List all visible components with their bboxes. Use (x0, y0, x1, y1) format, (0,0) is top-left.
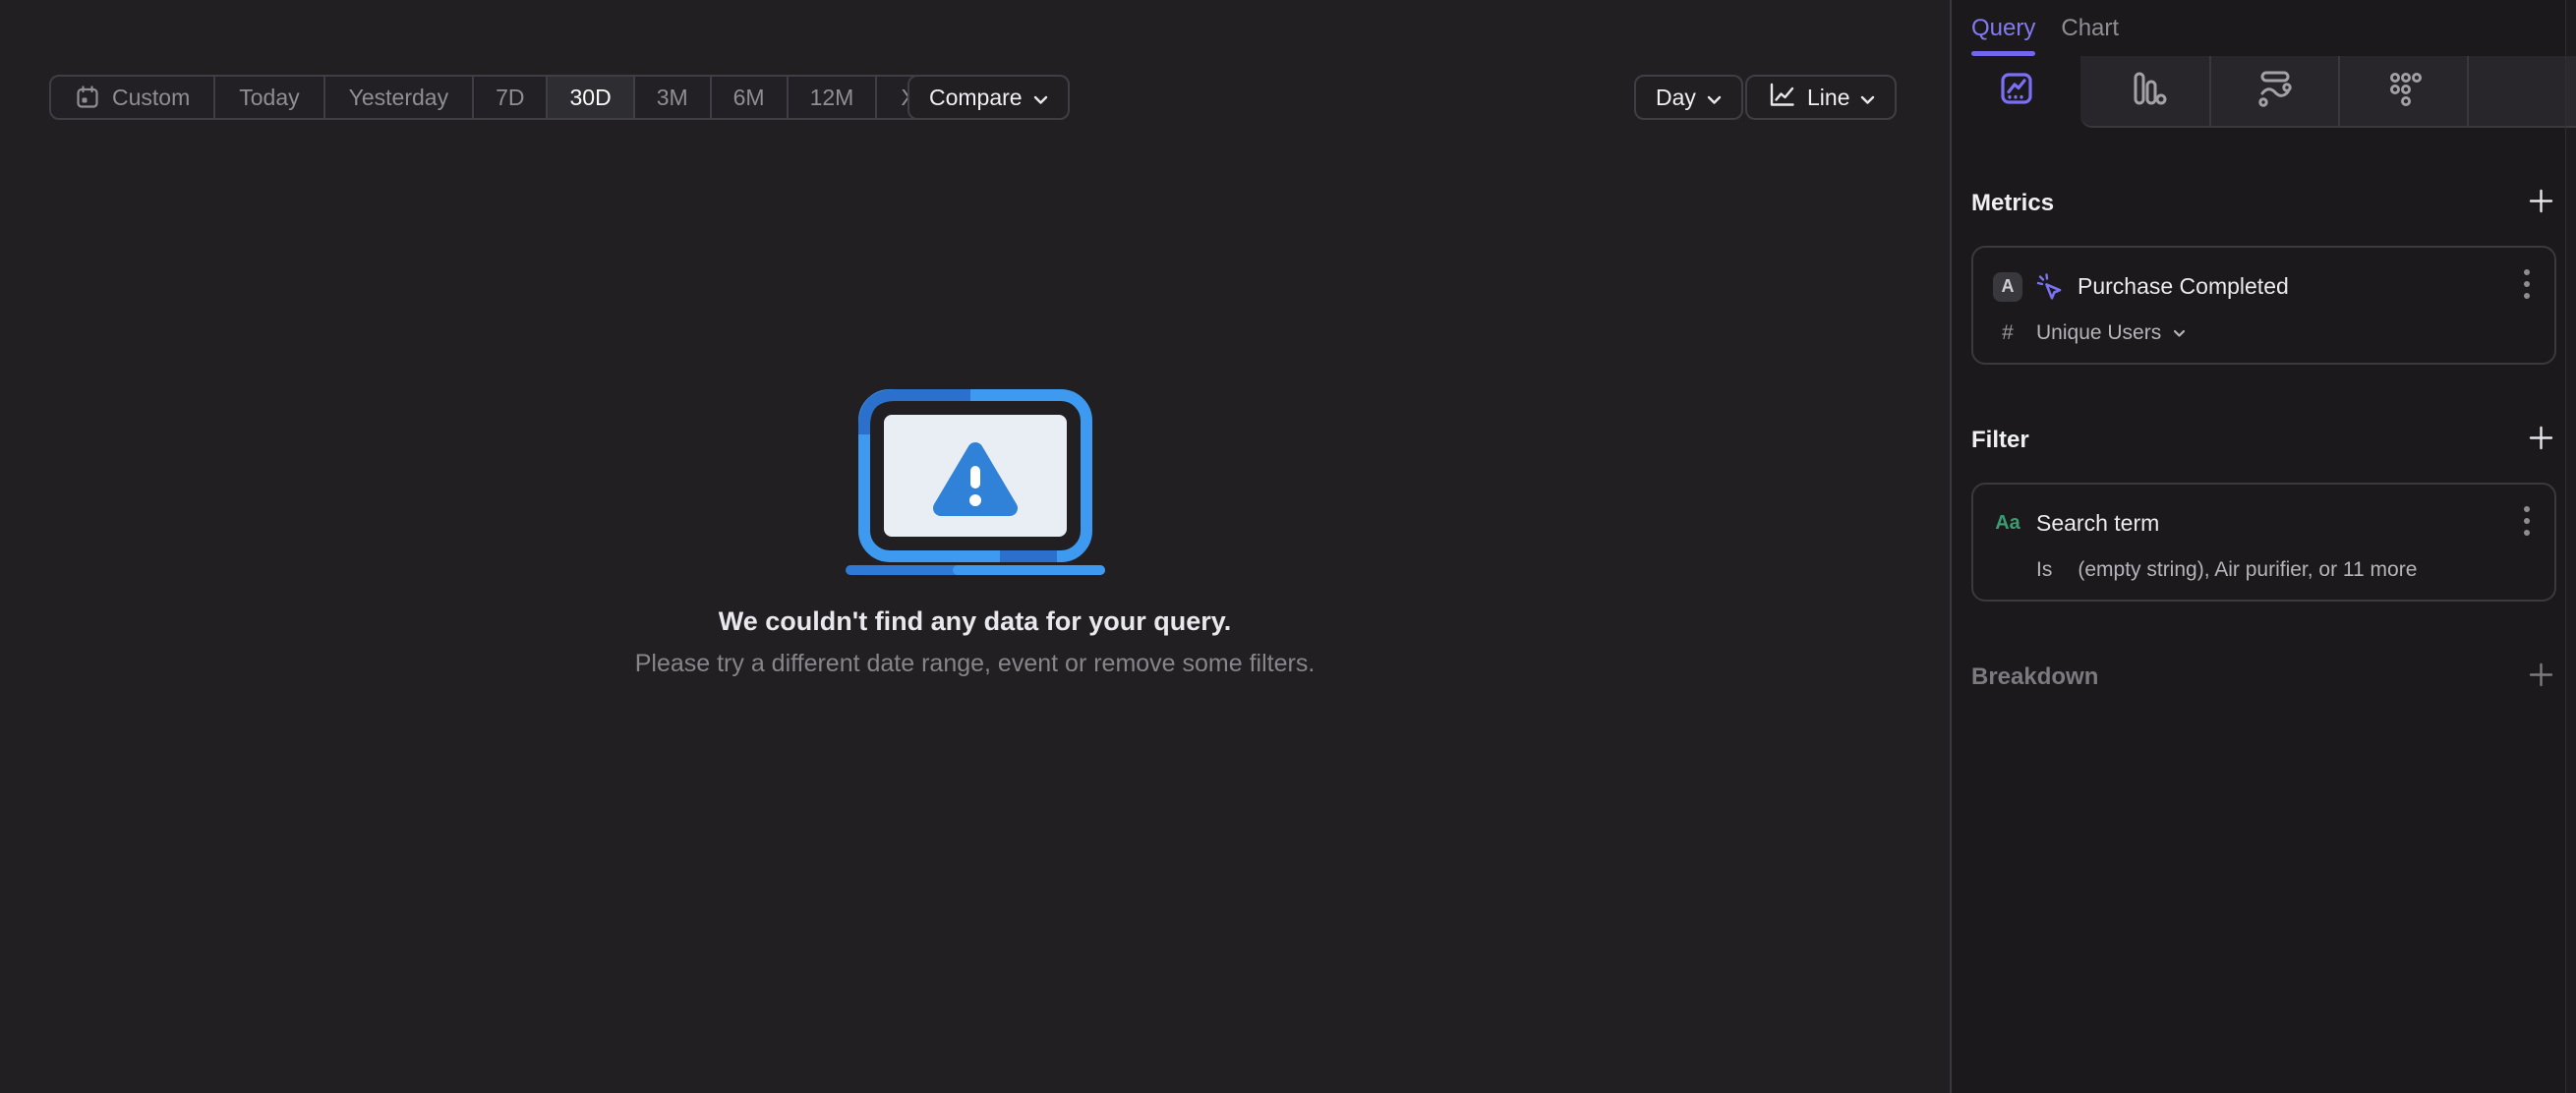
metrics-heading: Metrics (1971, 190, 2055, 216)
kebab-menu-icon (2523, 267, 2531, 306)
chevron-down-icon (2173, 329, 2186, 338)
dots-grid-icon (2382, 67, 2426, 115)
tab-insights-report[interactable] (1952, 56, 2080, 128)
date-preset-30d-selected[interactable]: 30D (548, 77, 635, 118)
plus-icon (2528, 188, 2554, 219)
granularity-dropdown-button[interactable]: Day (1634, 75, 1743, 120)
metric-event-row[interactable]: A Purchase Completed (1993, 265, 2535, 308)
date-preset-7d[interactable]: 7D (474, 77, 549, 118)
tab-retention-report[interactable] (2209, 56, 2338, 128)
tab-funnels-report[interactable] (2080, 56, 2209, 128)
active-tab-underline (1971, 51, 2036, 56)
metric-event-name: Purchase Completed (2078, 273, 2289, 299)
no-data-laptop-warning-illustration (845, 389, 1105, 575)
sidebar-scrollbar-gutter[interactable] (2565, 0, 2576, 1093)
chevron-down-icon (1033, 85, 1048, 111)
insights-line-chart-icon (1995, 67, 2038, 115)
filter-options-button[interactable] (2519, 502, 2535, 545)
aggregation-label: Unique Users (2036, 321, 2162, 344)
compare-label: Compare (929, 84, 1023, 110)
filter-card: Aa Search term Is (empty string), Air pu… (1971, 483, 2556, 602)
line-chart-icon (1767, 80, 1796, 115)
plus-icon (2528, 662, 2554, 693)
filter-heading: Filter (1971, 427, 2029, 453)
aggregation-selector[interactable]: # Unique Users (1993, 321, 2535, 345)
date-preset-custom-label: Custom (112, 84, 191, 110)
query-builder-content: Metrics A Purchase Completed # Unique Us… (1952, 128, 2576, 1093)
tab-chart[interactable]: Chart (2061, 0, 2119, 56)
analytics-app: Custom Today Yesterday 7D 30D 3M 6M 12M (0, 0, 2576, 1093)
date-preset-6m[interactable]: 6M (712, 77, 789, 118)
add-breakdown-button[interactable] (2525, 662, 2556, 693)
metrics-section-header: Metrics (1971, 189, 2556, 218)
date-preset-custom[interactable]: Custom (51, 77, 216, 118)
filter-section-header: Filter (1971, 426, 2556, 455)
chevron-down-icon (1707, 85, 1722, 111)
granularity-label: Day (1656, 84, 1696, 110)
compare-dropdown-button[interactable]: Compare (907, 75, 1070, 120)
date-preset-3m[interactable]: 3M (635, 77, 712, 118)
chart-type-label: Line (1807, 84, 1850, 110)
series-letter-badge: A (1993, 271, 2022, 302)
filter-condition-row[interactable]: Is (empty string), Air purifier, or 11 m… (1993, 558, 2535, 582)
filter-property-row[interactable]: Aa Search term (1993, 502, 2535, 545)
cursor-click-icon (2034, 272, 2064, 302)
date-preset-12m[interactable]: 12M (789, 77, 878, 118)
date-range-selector: Custom Today Yesterday 7D 30D 3M 6M 12M (49, 75, 997, 120)
bar-chart-icon (2124, 67, 2167, 115)
filter-operator: Is (2036, 558, 2053, 581)
chart-canvas-area: Custom Today Yesterday 7D 30D 3M 6M 12M (0, 0, 1950, 1093)
sidebar-tabs: Query Chart (1952, 0, 2576, 56)
filter-values: (empty string), Air purifier, or 11 more (2078, 558, 2418, 581)
metric-card: A Purchase Completed # Unique Users (1971, 246, 2556, 365)
tab-more-reports[interactable] (2338, 56, 2467, 128)
report-type-tabs (1952, 56, 2576, 128)
date-preset-yesterday[interactable]: Yesterday (325, 77, 475, 118)
plus-icon (2528, 425, 2554, 456)
add-filter-button[interactable] (2525, 425, 2556, 456)
chevron-down-icon (1860, 85, 1875, 111)
kebab-menu-icon (2523, 504, 2531, 543)
aggregation-symbol: # (2002, 321, 2014, 344)
empty-state-subtitle: Please try a different date range, event… (634, 650, 1316, 677)
tab-query-label: Query (1971, 14, 2036, 41)
string-type-badge: Aa (1995, 512, 2020, 534)
empty-state: We couldn't find any data for your query… (435, 389, 1516, 678)
breakdown-section-header: Breakdown (1971, 662, 2556, 692)
query-builder-sidebar: Query Chart Metrics A Purchase Completed… (1950, 0, 2576, 1093)
filter-property-name: Search term (2036, 510, 2160, 536)
empty-state-title: We couldn't find any data for your query… (718, 606, 1232, 636)
add-metric-button[interactable] (2525, 188, 2556, 219)
tab-strip-filler (2467, 56, 2576, 128)
tab-chart-label: Chart (2061, 14, 2120, 41)
tab-query[interactable]: Query (1971, 0, 2036, 56)
chart-type-dropdown-button[interactable]: Line (1745, 75, 1898, 120)
metric-options-button[interactable] (2519, 265, 2535, 308)
calendar-icon (75, 85, 100, 110)
retention-flow-icon (2254, 67, 2297, 115)
breakdown-heading: Breakdown (1971, 663, 2099, 690)
date-preset-today[interactable]: Today (215, 77, 325, 118)
